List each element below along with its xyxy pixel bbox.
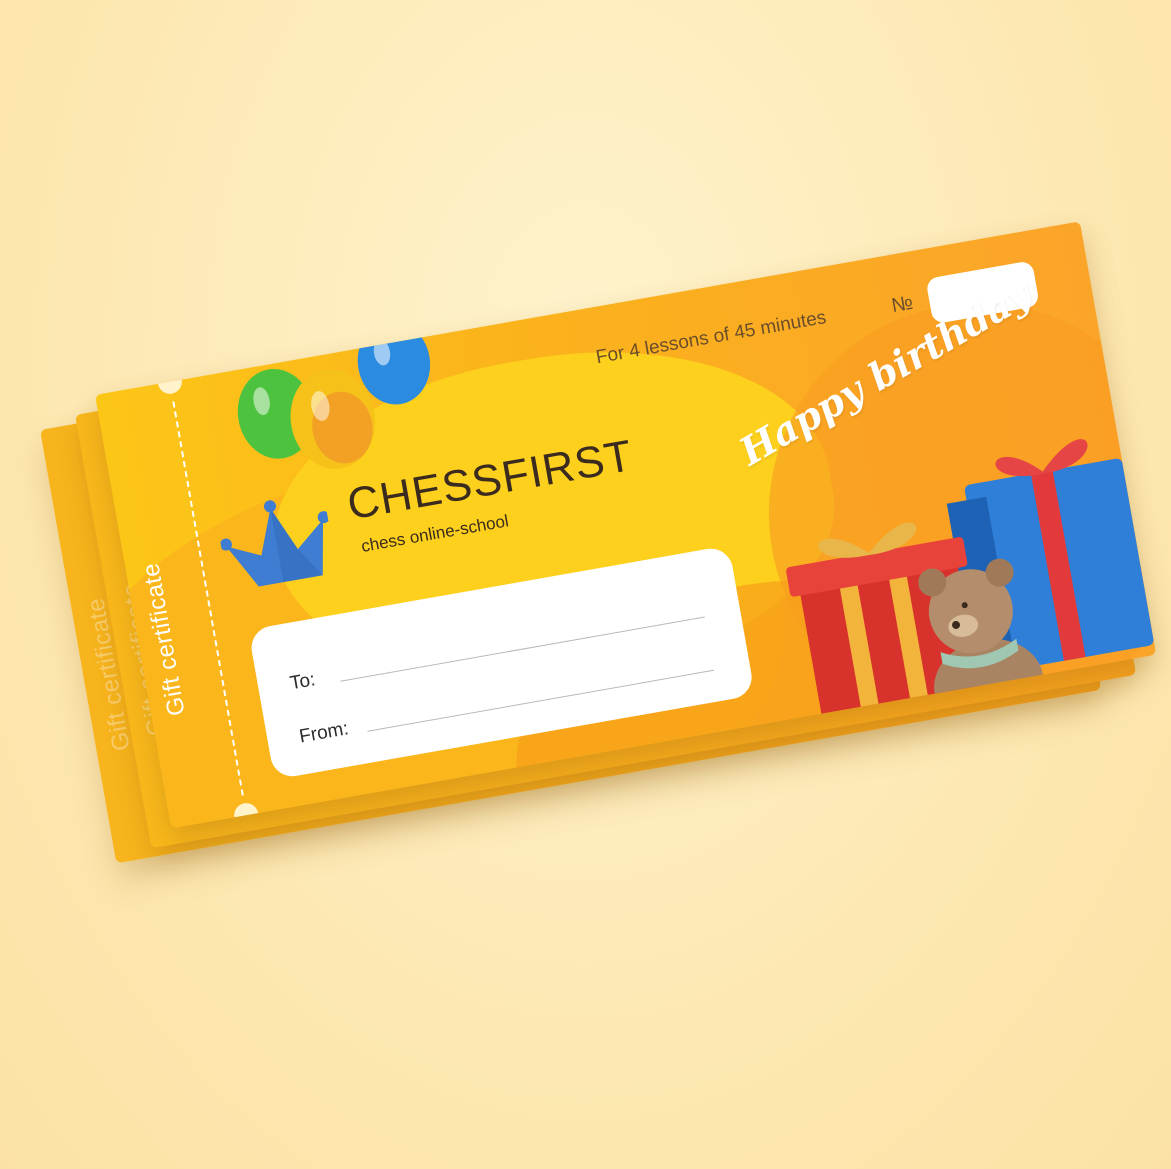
- crown-icon: [219, 500, 330, 587]
- from-label: From:: [297, 718, 351, 748]
- notch-top: [155, 367, 184, 396]
- ticket-front: Gift certificate CHESSFIRST chess online…: [95, 221, 1157, 829]
- number-label: №: [889, 291, 915, 318]
- lessons-text: For 4 lessons of 45 minutes: [594, 307, 828, 369]
- gift-certificate-scene: Gift certificate Gift certificate Gift c…: [0, 0, 1171, 1169]
- to-label: To:: [288, 669, 317, 695]
